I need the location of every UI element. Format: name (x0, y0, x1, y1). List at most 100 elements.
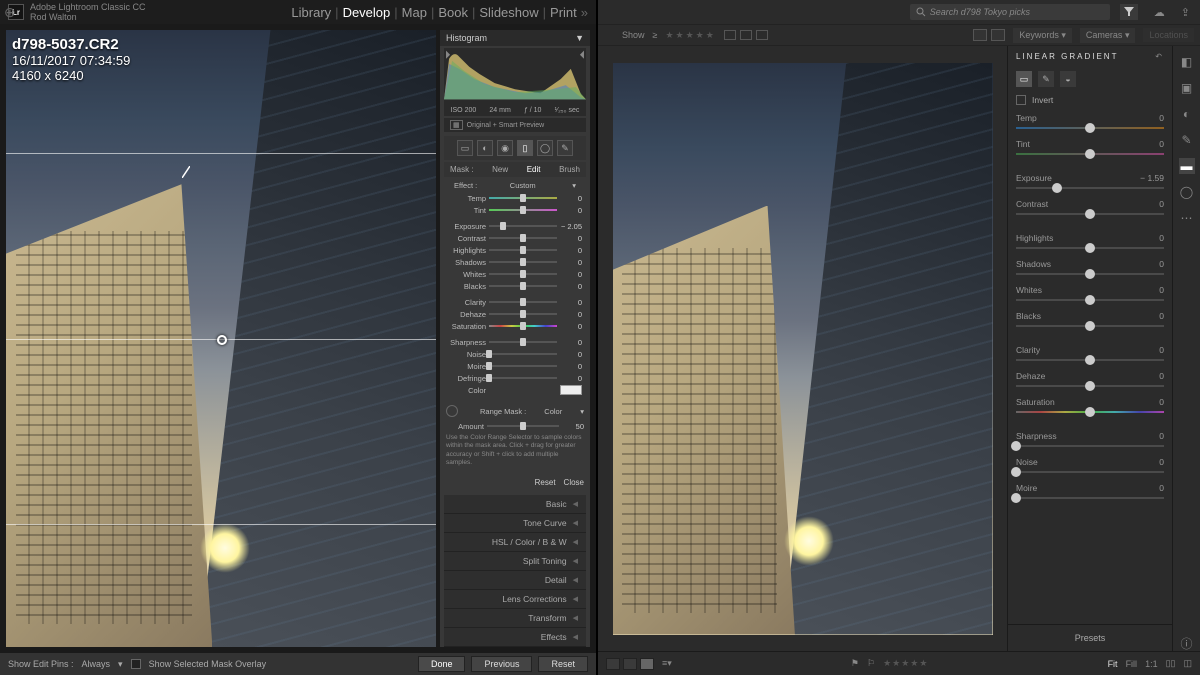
fill-button[interactable]: Fill (1126, 659, 1138, 669)
brush-icon[interactable]: ✎ (1179, 132, 1195, 148)
amount-slider[interactable] (487, 425, 559, 427)
radial-icon[interactable]: ◯ (1179, 184, 1195, 200)
spot-tool[interactable]: ◐ (477, 140, 493, 156)
info-icon[interactable]: ⓘ (1179, 635, 1195, 651)
previous-button[interactable]: Previous (471, 656, 532, 672)
cc-slider-sharpness[interactable]: Sharpness0 (1016, 431, 1164, 447)
redeye-tool[interactable]: ◉ (497, 140, 513, 156)
cc-slider-exposure[interactable]: Exposure− 1.59 (1016, 173, 1164, 189)
crop-icon[interactable]: ▣ (1179, 80, 1195, 96)
panel-lens-corrections[interactable]: Lens Corrections◀ (444, 590, 586, 609)
flag-reject-b[interactable]: ⚐ (867, 658, 875, 669)
panel-effects[interactable]: Effects◀ (444, 628, 586, 647)
mask-reset[interactable]: Reset (535, 478, 556, 487)
panel-transform[interactable]: Transform◀ (444, 609, 586, 628)
effect-dropdown[interactable]: Custom (510, 181, 536, 190)
done-button[interactable]: Done (418, 656, 466, 672)
edit-icon[interactable]: ◧ (1179, 54, 1195, 70)
slider-contrast[interactable]: Contrast0 (448, 232, 582, 244)
cc-slider-shadows[interactable]: Shadows0 (1016, 259, 1164, 275)
cc-slider-blacks[interactable]: Blacks0 (1016, 311, 1164, 327)
presets-button[interactable]: Presets (1008, 624, 1172, 651)
share-icon[interactable]: ⇪ (1181, 6, 1190, 19)
cc-slider-saturation[interactable]: Saturation0 (1016, 397, 1164, 413)
cc-slider-temp[interactable]: Temp0 (1016, 113, 1164, 129)
slider-defringe[interactable]: Defringe0 (448, 372, 582, 384)
cc-slider-moire[interactable]: Moire0 (1016, 483, 1164, 499)
slider-whites[interactable]: Whites0 (448, 268, 582, 280)
module-print[interactable]: Print (550, 5, 577, 20)
add-button[interactable]: ⊕ (4, 4, 16, 21)
mask-close[interactable]: Close (564, 478, 584, 487)
cc-slider-noise[interactable]: Noise0 (1016, 457, 1164, 473)
star-filter[interactable]: ★★★★★ (665, 30, 715, 41)
slider-exposure[interactable]: Exposure− 2.05 (448, 220, 582, 232)
eyedropper-icon[interactable] (182, 166, 190, 178)
color-swatch[interactable] (560, 385, 582, 395)
more-icon[interactable]: ⋯ (1179, 210, 1195, 226)
module-map[interactable]: Map (402, 5, 427, 20)
slider-moire[interactable]: Moire0 (448, 360, 582, 372)
linear-gradient-tool[interactable]: ▭ (1016, 71, 1032, 87)
back-icon[interactable]: ↶ (1155, 52, 1164, 61)
view-grid[interactable] (973, 29, 987, 41)
slider-highlights[interactable]: Highlights0 (448, 244, 582, 256)
pins-dropdown[interactable]: Always (82, 659, 111, 669)
slider-temp[interactable]: Temp0 (448, 192, 582, 204)
slider-sharpness[interactable]: Sharpness0 (448, 336, 582, 348)
compare-icon[interactable]: ◫ (1183, 658, 1192, 669)
rating-threshold[interactable]: ≥ (653, 30, 658, 40)
one-to-one-button[interactable]: 1:1 (1145, 659, 1158, 669)
square-view-button[interactable] (623, 658, 637, 670)
panel-hsl-color-b-w[interactable]: HSL / Color / B & W◀ (444, 533, 586, 552)
cc-slider-contrast[interactable]: Contrast0 (1016, 199, 1164, 215)
panel-basic[interactable]: Basic◀ (444, 495, 586, 514)
slider-shadows[interactable]: Shadows0 (448, 256, 582, 268)
slider-clarity[interactable]: Clarity0 (448, 296, 582, 308)
sort-icon[interactable]: ≡▾ (662, 658, 672, 669)
classic-preview-area[interactable]: d798-5037.CR2 16/11/2017 07:34:59 4160 x… (6, 30, 436, 647)
view-square[interactable] (991, 29, 1005, 41)
flag-pick[interactable] (724, 30, 736, 40)
slider-noise[interactable]: Noise0 (448, 348, 582, 360)
radial-filter-tool[interactable]: ◯ (537, 140, 553, 156)
flag-unflagged[interactable] (740, 30, 752, 40)
cc-slider-dehaze[interactable]: Dehaze0 (1016, 371, 1164, 387)
locations-dropdown[interactable]: Locations (1143, 28, 1194, 42)
panel-split-toning[interactable]: Split Toning◀ (444, 552, 586, 571)
search-input[interactable]: Search d798 Tokyo picks (910, 4, 1110, 20)
cameras-dropdown[interactable]: Cameras ▾ (1080, 28, 1136, 43)
slider-saturation[interactable]: Saturation0 (448, 320, 582, 332)
module-more-icon[interactable]: » (581, 5, 588, 20)
filter-button[interactable] (1120, 4, 1138, 20)
cc-slider-whites[interactable]: Whites0 (1016, 285, 1164, 301)
module-library[interactable]: Library (291, 5, 331, 20)
mask-new[interactable]: New (492, 165, 508, 174)
flag-pick-b[interactable]: ⚑ (851, 658, 859, 669)
slider-dehaze[interactable]: Dehaze0 (448, 308, 582, 320)
cc-preview-area[interactable] (598, 46, 1007, 651)
histogram-header[interactable]: Histogram▼ (440, 30, 590, 46)
cc-slider-clarity[interactable]: Clarity0 (1016, 345, 1164, 361)
detail-view-button[interactable] (640, 658, 654, 670)
heal-icon[interactable]: ◐ (1179, 106, 1195, 122)
erase-mask-tool[interactable]: ◒ (1060, 71, 1076, 87)
range-eyedropper-icon[interactable] (446, 405, 458, 417)
histogram[interactable]: ISO 200 24 mm ƒ / 10 ¹⁄₂₅₀ sec (444, 48, 586, 116)
brush-tool[interactable]: ✎ (557, 140, 573, 156)
filmstrip-icon[interactable]: ▯▯ (1166, 658, 1176, 669)
keywords-dropdown[interactable]: Keywords ▾ (1013, 28, 1072, 43)
invert-checkbox[interactable] (1016, 95, 1026, 105)
reset-button[interactable]: Reset (538, 656, 588, 672)
mask-edit[interactable]: Edit (527, 165, 541, 174)
overlay-checkbox[interactable] (131, 659, 141, 669)
cc-slider-highlights[interactable]: Highlights0 (1016, 233, 1164, 249)
slider-tint[interactable]: Tint0 (448, 204, 582, 216)
module-slideshow[interactable]: Slideshow (479, 5, 538, 20)
graduated-filter-tool[interactable]: ▯ (517, 140, 533, 156)
slider-blacks[interactable]: Blacks0 (448, 280, 582, 292)
module-develop[interactable]: Develop (343, 5, 391, 20)
module-book[interactable]: Book (438, 5, 468, 20)
fit-button[interactable]: Fit (1108, 659, 1118, 669)
linear-icon[interactable]: ▬ (1179, 158, 1195, 174)
